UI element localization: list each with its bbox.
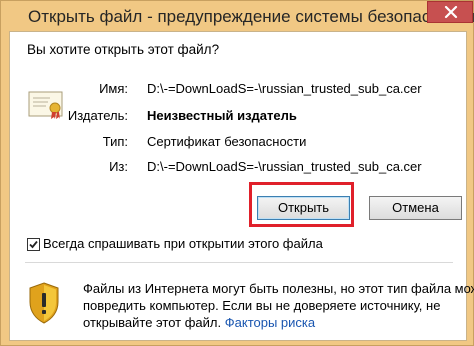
- warning-line-3-text: открывайте этот файл.: [83, 315, 222, 330]
- name-label: Имя:: [99, 81, 128, 96]
- close-icon: [444, 6, 458, 19]
- window-title: Открыть файл - предупреждение системы бе…: [28, 7, 474, 26]
- shield-warning-icon: [29, 282, 59, 324]
- close-button[interactable]: [427, 1, 473, 23]
- checkmark-icon: [29, 240, 38, 249]
- always-ask-checkbox[interactable]: [27, 238, 40, 251]
- publisher-label: Издатель:: [67, 108, 128, 123]
- type-value: Сертификат безопасности: [147, 134, 307, 149]
- divider: [25, 262, 453, 263]
- risk-factors-link[interactable]: Факторы риска: [225, 315, 315, 330]
- type-label: Тип:: [102, 134, 128, 149]
- title-bar[interactable]: Открыть файл - предупреждение системы бе…: [1, 1, 474, 35]
- warning-text: Файлы из Интернета могут быть полезны, н…: [83, 280, 474, 331]
- name-value: D:\-=DownLoadS=-\russian_trusted_sub_ca.…: [147, 81, 422, 96]
- security-warning-dialog: Открыть файл - предупреждение системы бе…: [0, 0, 474, 346]
- from-label: Из:: [109, 159, 128, 174]
- warning-line-2: повредить компьютер. Если вы не доверяет…: [83, 298, 441, 313]
- open-button[interactable]: Открыть: [257, 196, 350, 220]
- dialog-body: Вы хотите открыть этот файл? Имя: D:\-=D…: [9, 31, 474, 341]
- publisher-value: Неизвестный издатель: [147, 108, 297, 123]
- cancel-button[interactable]: Отмена: [369, 196, 462, 220]
- always-ask-label[interactable]: Всегда спрашивать при открытии этого фай…: [43, 236, 323, 251]
- warning-line-1: Файлы из Интернета могут быть полезны, н…: [83, 281, 474, 296]
- warning-line-3: открывайте этот файл. Факторы риска: [83, 314, 461, 331]
- from-value: D:\-=DownLoadS=-\russian_trusted_sub_ca.…: [147, 159, 422, 174]
- dialog-question: Вы хотите открыть этот файл?: [27, 42, 220, 57]
